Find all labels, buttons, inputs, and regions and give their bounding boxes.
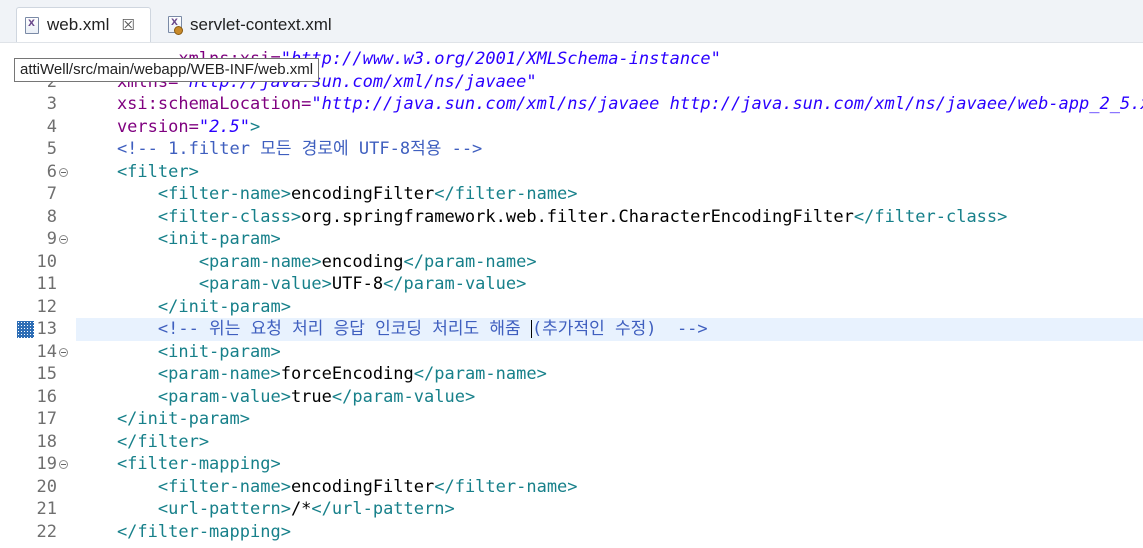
- code-token: <filter-class>: [76, 206, 302, 227]
- code-token: <filter>: [76, 161, 199, 182]
- editor-tab-bar: web.xml ☒ servlet-context.xml: [0, 0, 1143, 43]
- code-token: </param-value>: [331, 386, 476, 407]
- code-token: <!-- 위는 요청 처리 응답 인코딩 처리도 해줌: [76, 319, 531, 339]
- tab-label: web.xml: [47, 15, 110, 34]
- code-token: <param-name>: [76, 251, 322, 272]
- code-token: /*: [290, 499, 312, 519]
- code-token: encodingFilter: [290, 476, 435, 497]
- line-number: 22: [36, 521, 57, 542]
- code-token: org.springframework.web.filter.Character…: [301, 206, 854, 227]
- code-line[interactable]: <filter-mapping>: [76, 453, 1143, 476]
- code-token: <filter-name>: [76, 184, 291, 204]
- code-token: "http://www.w3.org/2001/XMLSchema-instan…: [280, 49, 721, 69]
- code-token: <init-param>: [76, 229, 281, 249]
- code-token: true: [290, 386, 332, 407]
- tab-web-xml[interactable]: web.xml ☒: [16, 7, 151, 42]
- xml-file-icon: [25, 16, 39, 34]
- code-line[interactable]: <filter-name>encodingFilter</filter-name…: [76, 183, 1143, 206]
- spring-xml-file-icon: [168, 16, 183, 35]
- close-icon[interactable]: ☒: [121, 16, 134, 34]
- current-line-marker-icon: [17, 321, 34, 338]
- fold-toggle-icon[interactable]: [59, 460, 68, 469]
- code-line[interactable]: <init-param>: [76, 341, 1143, 364]
- code-line[interactable]: <param-value>UTF-8</param-value>: [76, 273, 1143, 296]
- code-token: </init-param>: [76, 296, 291, 317]
- code-token: encoding: [321, 251, 404, 272]
- line-number-gutter: 2345678910111213141516171819202122: [0, 43, 76, 548]
- code-token: </filter>: [76, 431, 210, 452]
- code-token: </init-param>: [76, 409, 250, 429]
- code-token: <init-param>: [76, 341, 281, 362]
- code-token: forceEncoding: [280, 364, 414, 384]
- code-token: </filter-class>: [853, 206, 1008, 227]
- line-number: 9: [46, 229, 57, 249]
- code-token: xsi:schemaLocation=: [76, 94, 312, 114]
- code-token: </filter-name>: [434, 476, 578, 497]
- code-token: </filter-mapping>: [76, 521, 291, 542]
- line-number: 20: [36, 476, 57, 497]
- code-token: >: [250, 116, 261, 137]
- code-line[interactable]: <url-pattern>/*</url-pattern>: [76, 498, 1143, 521]
- code-token: encodingFilter: [290, 184, 435, 204]
- line-number: 5: [46, 139, 57, 159]
- tab-servlet-context-xml[interactable]: servlet-context.xml: [162, 7, 362, 42]
- line-number: 8: [46, 206, 57, 227]
- code-token: </url-pattern>: [311, 499, 455, 519]
- code-token: <param-name>: [76, 364, 281, 384]
- code-token: </param-value>: [383, 274, 527, 294]
- code-line[interactable]: <filter>: [76, 161, 1143, 184]
- code-line[interactable]: <param-name>forceEncoding</param-name>: [76, 363, 1143, 386]
- code-line[interactable]: </filter>: [76, 431, 1143, 454]
- code-line[interactable]: <!-- 위는 요청 처리 응답 인코딩 처리도 해줌 (추가적인 수정) --…: [76, 318, 1143, 341]
- code-line[interactable]: <filter-name>encodingFilter</filter-name…: [76, 476, 1143, 499]
- fold-toggle-icon[interactable]: [59, 347, 68, 357]
- code-token: UTF-8: [331, 274, 384, 294]
- code-token: version=: [76, 116, 199, 137]
- code-line[interactable]: <param-name>encoding</param-name>: [76, 251, 1143, 274]
- code-line[interactable]: </filter-mapping>: [76, 521, 1143, 544]
- code-token: "2.5": [198, 116, 251, 137]
- line-number: 7: [46, 184, 57, 204]
- line-number: 11: [36, 274, 57, 294]
- code-line[interactable]: </init-param>: [76, 408, 1143, 431]
- file-path-tooltip: attiWell/src/main/webapp/WEB-INF/web.xml: [14, 58, 320, 82]
- code-token: "http://java.sun.com/xml/ns/javaee http:…: [311, 94, 1143, 114]
- code-token: </param-name>: [413, 364, 547, 384]
- code-token: <filter-mapping>: [76, 454, 281, 474]
- line-number: 4: [46, 116, 57, 137]
- fold-toggle-icon[interactable]: [59, 235, 68, 244]
- line-number: 3: [46, 94, 57, 114]
- code-line[interactable]: </init-param>: [76, 296, 1143, 319]
- xml-editor[interactable]: xmlns:xsi="http://www.w3.org/2001/XMLSch…: [76, 43, 1143, 548]
- line-number: 16: [36, 386, 57, 407]
- fold-toggle-icon[interactable]: [59, 167, 68, 177]
- tab-label: servlet-context.xml: [190, 14, 332, 34]
- code-line[interactable]: <init-param>: [76, 228, 1143, 251]
- code-line[interactable]: <param-value>true</param-value>: [76, 386, 1143, 409]
- code-line[interactable]: <filter-class>org.springframework.web.fi…: [76, 206, 1143, 229]
- code-token: <!-- 1.filter 모든 경로에 UTF-8적용 -->: [76, 139, 483, 159]
- line-number: 17: [36, 409, 57, 429]
- code-token: <filter-name>: [76, 476, 291, 497]
- code-token: <url-pattern>: [76, 499, 291, 519]
- line-number: 19: [36, 454, 57, 474]
- line-number: 18: [36, 431, 57, 452]
- code-token: </param-name>: [403, 251, 537, 272]
- code-token: (추가적인 수정) -->: [531, 319, 708, 339]
- code-token: </filter-name>: [434, 184, 578, 204]
- code-token: <param-value>: [76, 274, 332, 294]
- code-token: <param-value>: [76, 386, 291, 407]
- line-number: 6: [46, 161, 57, 182]
- line-number: 10: [36, 251, 57, 272]
- line-number: 12: [36, 296, 57, 317]
- line-number: 14: [36, 341, 57, 362]
- line-number: 15: [36, 364, 57, 384]
- code-line[interactable]: version="2.5">: [76, 116, 1143, 139]
- line-number: 21: [36, 499, 57, 519]
- code-line[interactable]: xsi:schemaLocation="http://java.sun.com/…: [76, 93, 1143, 116]
- code-line[interactable]: <!-- 1.filter 모든 경로에 UTF-8적용 -->: [76, 138, 1143, 161]
